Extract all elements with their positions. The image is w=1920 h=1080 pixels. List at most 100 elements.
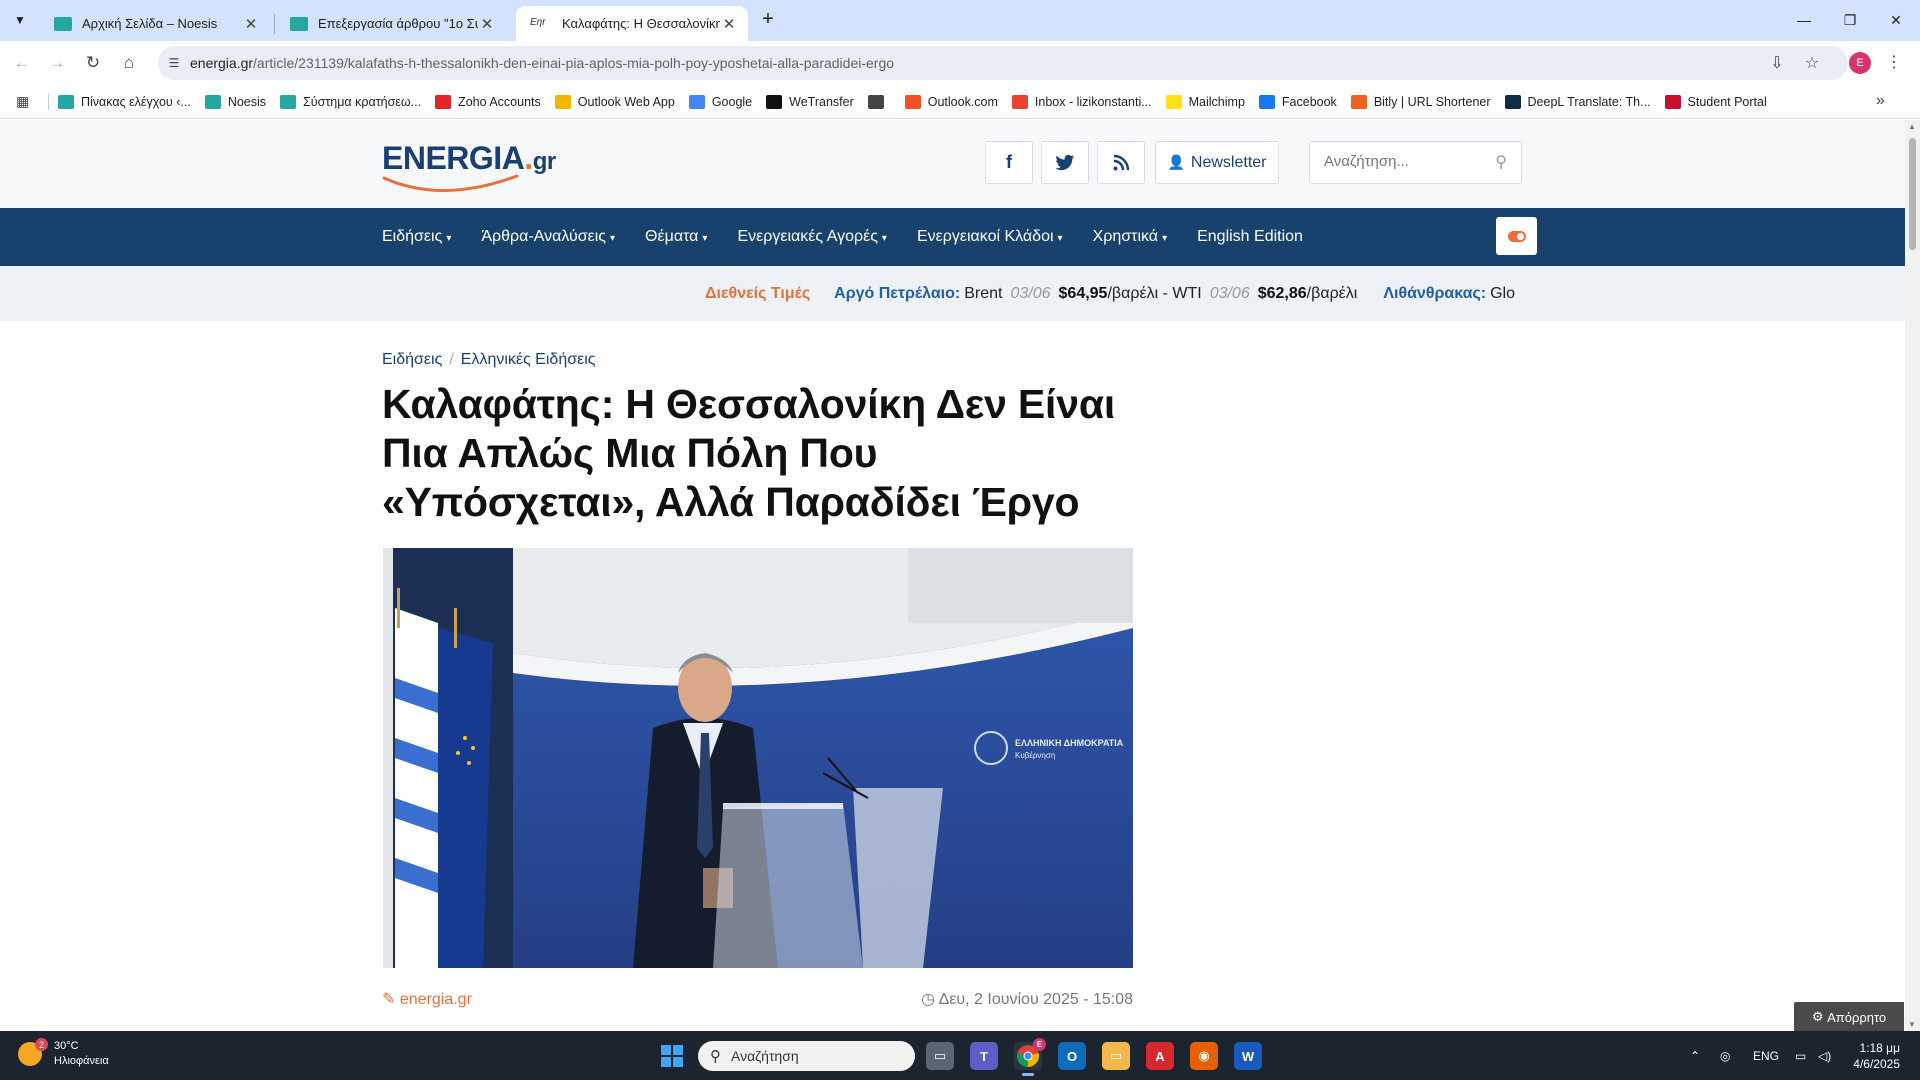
deepl-icon [1504, 95, 1521, 109]
menu-kebab-icon[interactable]: ⋮ [1886, 52, 1902, 72]
tab-noesis-edit[interactable]: Επεξεργασία άρθρου "1ο Συνέδ ✕ [276, 6, 506, 41]
toggle-switch-icon [1507, 230, 1526, 242]
chrome-icon[interactable]: E [1014, 1038, 1046, 1076]
ticker-crude-label: Αργό Πετρέλαιο: [834, 284, 961, 302]
bookmark-item[interactable]: Outlook Web App [554, 95, 675, 109]
breadcrumb: Ειδήσεις / Ελληνικές Ειδήσεις [382, 351, 595, 369]
back-arrow-icon[interactable]: ← [8, 49, 36, 77]
close-icon[interactable]: ✕ [478, 15, 496, 33]
newsletter-button[interactable]: 👤 Newsletter [1155, 141, 1279, 184]
rss-button[interactable] [1097, 141, 1145, 184]
install-app-icon[interactable]: ⇩ [1764, 50, 1790, 76]
ticker-coal-name: Glo [1490, 284, 1515, 302]
teams-icon[interactable]: T [970, 1042, 998, 1070]
file-explorer-icon[interactable]: ▭ [1102, 1042, 1130, 1070]
bookmark-item[interactable]: Facebook [1258, 95, 1337, 109]
twitter-icon [1055, 154, 1075, 170]
home-icon[interactable]: ⌂ [115, 49, 143, 77]
close-icon[interactable]: ✕ [242, 15, 260, 33]
minimize-icon[interactable]: — [1781, 0, 1827, 40]
bookmark-item[interactable]: Σύστημα κρατήσεω... [280, 95, 421, 109]
weather-widget[interactable]: 2 30°C Ηλιοφάνεια [18, 1038, 109, 1069]
apps-grid-icon[interactable]: ▦ [16, 93, 34, 111]
bookmark-item[interactable]: Outlook.com [904, 95, 998, 109]
nav-item[interactable]: Ενεργειακοί Κλάδοι ▾ [917, 228, 1063, 246]
language-indicator[interactable]: ENG [1753, 1031, 1779, 1080]
nav-item[interactable]: Χρηστικά ▾ [1093, 228, 1168, 246]
bookmark-item[interactable]: Mailchimp [1165, 95, 1245, 109]
nav-item-label: Θέματα [645, 228, 699, 245]
bookmark-item[interactable]: Student Portal [1664, 95, 1767, 109]
image-sign-line2: Κυβέρνηση [1015, 751, 1055, 760]
bookmark-star-icon[interactable]: ☆ [1799, 50, 1825, 76]
energia-icon: Eηr [530, 16, 546, 28]
copilot-icon[interactable]: ◎ [1720, 1031, 1730, 1080]
bookmark-item[interactable]: Πίνακας ελέγχου ‹... [58, 95, 191, 109]
reload-icon[interactable]: ↻ [79, 49, 107, 77]
nav-item[interactable]: Ειδήσεις ▾ [382, 228, 451, 246]
search-icon[interactable]: ⚲ [1495, 152, 1507, 172]
acrobat-icon[interactable]: A [1146, 1042, 1174, 1070]
nav-item[interactable]: Άρθρα-Αναλύσεις ▾ [481, 228, 615, 246]
nav-item[interactable]: Ενεργειακές Αγορές ▾ [737, 228, 887, 246]
volume-icon[interactable]: ◁) [1818, 1031, 1831, 1080]
bookmark-item[interactable]: Zoho Accounts [435, 95, 541, 109]
windows-start-icon[interactable] [661, 1045, 683, 1067]
close-icon[interactable]: ✕ [720, 15, 738, 33]
tray-overflow-icon[interactable]: ⌃ [1690, 1031, 1700, 1080]
chevron-down-icon: ▾ [446, 233, 452, 244]
nav-item[interactable]: English Edition [1197, 228, 1303, 246]
scroll-up-arrow-icon[interactable]: ▲ [1908, 122, 1916, 131]
new-tab-button[interactable]: + [757, 8, 779, 32]
tab-strip: ▼ Αρχική Σελίδα – Noesis ✕ Επεξεργασία ά… [0, 0, 1920, 41]
address-bar[interactable]: ☰ energia.gr/article/231139/kalafaths-h-… [158, 46, 1848, 80]
page-scrollbar[interactable]: ▲ ▼ [1905, 120, 1920, 1031]
network-icon[interactable]: ▭ [1795, 1031, 1806, 1080]
tab-noesis-home[interactable]: Αρχική Σελίδα – Noesis ✕ [40, 6, 270, 41]
site-info-icon[interactable]: ☰ [158, 56, 190, 70]
bookmark-label: Noesis [227, 95, 267, 109]
browser-toolbar: ← → ↻ ⌂ ☰ energia.gr/article/231139/kala… [0, 41, 1920, 85]
ticker-brent-name: Brent [964, 284, 1003, 302]
tab-search-chevron-icon[interactable]: ▼ [8, 8, 32, 32]
outlook-icon[interactable]: O [1058, 1042, 1086, 1070]
twitter-button[interactable] [1041, 141, 1089, 184]
scroll-down-arrow-icon[interactable]: ▼ [1908, 1020, 1916, 1029]
window-close-icon[interactable]: ✕ [1873, 0, 1919, 40]
bookmark-item[interactable]: Noesis [204, 95, 267, 109]
privacy-settings-button[interactable]: ⚙ Απόρρητο [1794, 1002, 1904, 1031]
bookmark-item[interactable]: Inbox - lizikonstanti... [1011, 95, 1152, 109]
bookmark-item[interactable]: Google [688, 95, 753, 109]
more-bookmarks-icon[interactable]: » [1876, 92, 1885, 110]
breadcrumb-item[interactable]: Ελληνικές Ειδήσεις [461, 351, 596, 368]
bookmark-item[interactable]: Bitly | URL Shortener [1350, 95, 1491, 109]
chevron-down-icon: ▾ [609, 233, 616, 244]
breadcrumb-item[interactable]: Ειδήσεις [382, 351, 442, 368]
bookmark-item[interactable] [867, 95, 891, 109]
word-icon[interactable]: W [1234, 1042, 1262, 1070]
article-author[interactable]: ✎ energia.gr [382, 989, 472, 1009]
scrollbar-thumb[interactable] [1909, 138, 1916, 250]
search-input[interactable] [1324, 153, 1474, 170]
bookmark-label: Student Portal [1687, 95, 1767, 109]
task-view-icon[interactable]: ▭ [926, 1042, 954, 1070]
bookmark-label: Google [711, 95, 753, 109]
forward-arrow-icon[interactable]: → [43, 49, 71, 77]
facebook-button[interactable]: f [985, 141, 1033, 184]
wetransfer-icon [766, 95, 783, 109]
bookmark-item[interactable]: DeepL Translate: Th... [1504, 95, 1651, 109]
nav-items: Ειδήσεις ▾ Άρθρα-Αναλύσεις ▾ Θέματα ▾ Ενεργεια… [382, 208, 1333, 266]
ticker-label[interactable]: Διεθνείς Τιμές [705, 285, 810, 303]
bookmark-label: WeTransfer [789, 95, 854, 109]
firefox-icon[interactable]: ◉ [1190, 1042, 1218, 1070]
taskbar-clock[interactable]: 1:18 μμ 4/6/2025 [1840, 1040, 1900, 1072]
dark-mode-toggle[interactable] [1496, 217, 1537, 255]
restore-icon[interactable]: ❐ [1827, 0, 1873, 40]
site-logo[interactable]: ENERGIA.gr [382, 140, 562, 194]
globe-icon [867, 95, 884, 109]
taskbar-search[interactable]: ⚲ Αναζήτηση [698, 1041, 915, 1071]
profile-avatar[interactable]: E [1849, 52, 1871, 74]
bookmark-item[interactable]: WeTransfer [766, 95, 854, 109]
nav-item[interactable]: Θέματα ▾ [645, 228, 707, 246]
tab-energia-article[interactable]: Eηr Καλαφάτης: Η Θεσσαλονίκη Δε ✕ [516, 6, 748, 41]
